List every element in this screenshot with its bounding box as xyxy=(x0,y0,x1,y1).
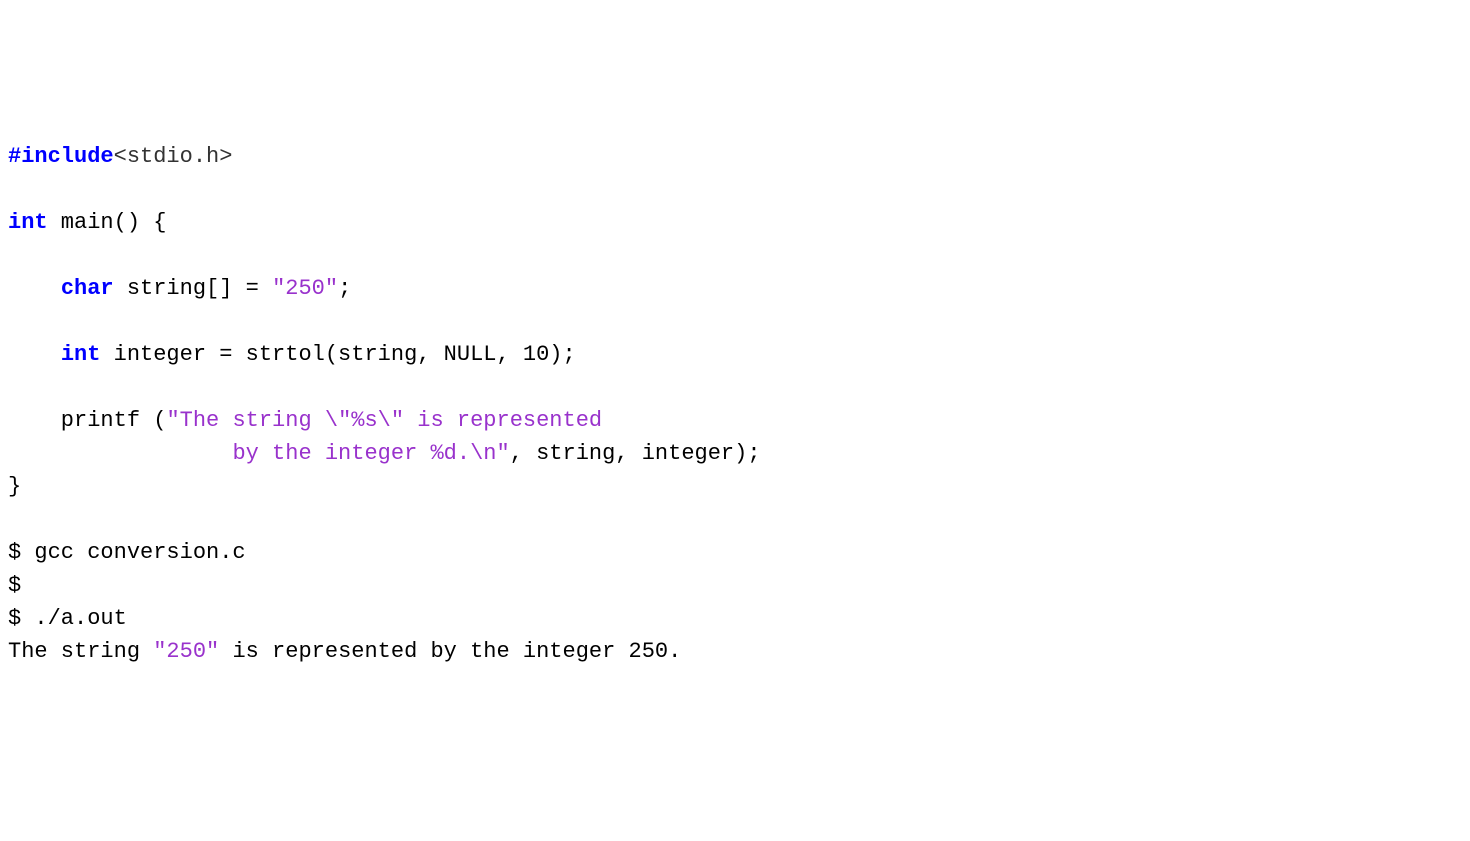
indent xyxy=(8,342,61,367)
decl-mid: string[] = xyxy=(114,276,272,301)
shell-run: $ ./a.out xyxy=(8,606,127,631)
indent xyxy=(8,276,61,301)
keyword-char: char xyxy=(61,276,114,301)
semicolon: ; xyxy=(338,276,351,301)
output-suffix: is represented by the integer 250. xyxy=(219,639,681,664)
preprocessor-keyword: #include xyxy=(8,144,114,169)
printf-args: , string, integer); xyxy=(510,441,761,466)
output-prefix: The string xyxy=(8,639,153,664)
string-literal: "250" xyxy=(272,276,338,301)
shell-compile: $ gcc conversion.c xyxy=(8,540,246,565)
keyword-int: int xyxy=(61,342,101,367)
keyword-int: int xyxy=(8,210,48,235)
format-string-part1: "The string \"%s\" is represented xyxy=(166,408,602,433)
output-string: "250" xyxy=(153,639,219,664)
shell-prompt: $ xyxy=(8,573,21,598)
code-listing: #include<stdio.h> int main() { char stri… xyxy=(8,140,1462,668)
format-string-part2: by the integer %d.\n" xyxy=(232,441,509,466)
printf-call-start: printf ( xyxy=(8,408,166,433)
format-string-indent xyxy=(8,441,232,466)
strtol-call: integer = strtol(string, NULL, 10); xyxy=(100,342,575,367)
include-header: <stdio.h> xyxy=(114,144,233,169)
main-signature: main() { xyxy=(48,210,167,235)
closing-brace: } xyxy=(8,474,21,499)
